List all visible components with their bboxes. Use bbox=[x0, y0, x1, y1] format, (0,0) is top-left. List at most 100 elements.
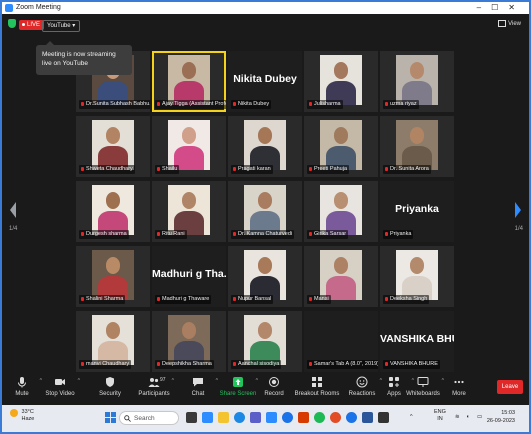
participant-name: Julisharma bbox=[314, 101, 341, 107]
whiteboards-button[interactable]: ^ Whiteboards bbox=[402, 376, 444, 397]
video-caret-icon[interactable]: ^ bbox=[78, 378, 80, 384]
muted-mic-icon bbox=[81, 101, 84, 106]
participant-tile[interactable]: uzma riyaz bbox=[380, 51, 454, 112]
person-head bbox=[409, 61, 425, 79]
breakout-rooms-icon bbox=[312, 377, 322, 387]
participant-tile[interactable]: Nikita Dubey Nikita Dubey bbox=[228, 51, 302, 112]
windows-start-icon[interactable] bbox=[105, 412, 116, 423]
participant-name: Deepshikha Sharma bbox=[162, 361, 212, 367]
participant-tile[interactable]: VANSHIKA BHU... VANSHIKA BHURE bbox=[380, 311, 454, 372]
stop-video-button[interactable]: ^ Stop Video bbox=[34, 376, 86, 397]
taskbar-search-input[interactable]: Search bbox=[119, 411, 179, 425]
teams-icon[interactable] bbox=[250, 412, 261, 423]
task-view-icon[interactable] bbox=[186, 412, 197, 423]
next-page-arrow[interactable] bbox=[513, 200, 523, 220]
grid-view-icon bbox=[498, 20, 507, 27]
page-indicator-left: 1/4 bbox=[9, 226, 18, 232]
participant-tile[interactable]: Dr. Kamna Chaturvedi bbox=[228, 181, 302, 242]
participant-tile[interactable]: Deepshikha Sharma bbox=[152, 311, 226, 372]
terminal-icon[interactable] bbox=[378, 412, 389, 423]
streaming-tooltip: Meeting is now streaming live on YouTube bbox=[36, 41, 132, 75]
participant-name-tag: manvi Chaudhary bbox=[79, 360, 132, 369]
participant-tile[interactable]: Shweta Chaudhary bbox=[76, 116, 150, 177]
file-explorer-icon[interactable] bbox=[218, 412, 229, 423]
participant-tile[interactable]: Madhuri g Tha... Madhuri g Thaware bbox=[152, 246, 226, 307]
participant-tile[interactable]: Shailu bbox=[152, 116, 226, 177]
person-head bbox=[409, 126, 425, 144]
zoom-app-icon-2[interactable] bbox=[266, 412, 277, 423]
participant-tile[interactable]: Mansi bbox=[304, 246, 378, 307]
zoom-taskbar-icon[interactable] bbox=[202, 412, 213, 423]
participant-tile[interactable]: Samar's Tab A (8.0", 2019) bbox=[304, 311, 378, 372]
chrome-icon[interactable] bbox=[282, 412, 293, 423]
participant-video bbox=[244, 314, 286, 365]
muted-mic-icon bbox=[233, 101, 236, 106]
language-indicator[interactable]: ENG IN bbox=[434, 409, 446, 423]
stream-target-menu[interactable]: YouTube ▾ bbox=[42, 20, 81, 32]
word-icon[interactable] bbox=[362, 412, 373, 423]
participant-video bbox=[320, 249, 362, 300]
more-dots-icon bbox=[454, 380, 464, 384]
encryption-shield-icon[interactable] bbox=[8, 19, 16, 28]
participant-tile[interactable]: Nupur Bansal bbox=[228, 246, 302, 307]
window-controls[interactable]: –☐✕ bbox=[477, 2, 525, 14]
participant-name: Dr.Sunita Subhash Babhu... bbox=[86, 101, 150, 107]
person-head bbox=[181, 321, 197, 339]
person-head bbox=[333, 61, 349, 79]
muted-mic-icon bbox=[385, 166, 388, 171]
firefox-icon[interactable] bbox=[330, 412, 341, 423]
participant-tile[interactable]: Ritu Rani bbox=[152, 181, 226, 242]
chrome-icon-2[interactable] bbox=[346, 412, 357, 423]
participant-tile[interactable]: Preeti Pahuja bbox=[304, 116, 378, 177]
participant-display-name: Nikita Dubey bbox=[233, 73, 297, 85]
participant-tile[interactable]: Durgesh sharma bbox=[76, 181, 150, 242]
participant-name-tag: Nikita Dubey bbox=[231, 100, 272, 109]
previous-page-arrow[interactable] bbox=[8, 200, 18, 220]
participant-tile[interactable]: Pragati karan bbox=[228, 116, 302, 177]
participant-name: Pragati karan bbox=[238, 166, 271, 172]
view-button[interactable]: View bbox=[498, 20, 521, 27]
participant-tile[interactable]: Girika Sarsar bbox=[304, 181, 378, 242]
powerpoint-icon[interactable] bbox=[298, 412, 309, 423]
muted-mic-icon bbox=[309, 166, 312, 171]
person-head bbox=[257, 191, 273, 209]
participant-tile[interactable]: manvi Chaudhary bbox=[76, 311, 150, 372]
participant-tile[interactable]: Ajay Tigga (Assistant Professi... bbox=[152, 51, 226, 112]
person-head bbox=[181, 61, 197, 79]
microphone-icon bbox=[18, 377, 26, 388]
muted-mic-icon bbox=[385, 101, 388, 106]
person-head bbox=[257, 126, 273, 144]
muted-mic-icon bbox=[233, 296, 236, 301]
live-badge[interactable]: LIVE bbox=[19, 20, 45, 30]
participant-name-tag: Priyanka bbox=[383, 230, 414, 239]
participant-name: manvi Chaudhary bbox=[86, 361, 130, 367]
participant-tile[interactable]: Shalini Sharma bbox=[76, 246, 150, 307]
spotify-icon[interactable] bbox=[314, 412, 325, 423]
muted-mic-icon bbox=[385, 361, 388, 366]
volume-icon[interactable]: ◖ bbox=[466, 414, 469, 421]
participant-video bbox=[244, 184, 286, 235]
chevron-right-icon bbox=[515, 202, 521, 218]
tray-chevron-icon[interactable]: ^ bbox=[410, 414, 413, 421]
participant-tile[interactable]: Aanchal sisodiya bbox=[228, 311, 302, 372]
participant-video bbox=[92, 249, 134, 300]
wifi-icon[interactable]: ≋ bbox=[455, 414, 460, 421]
participant-tile[interactable]: Dr. Sunita Arora bbox=[380, 116, 454, 177]
participant-tile[interactable]: Julisharma bbox=[304, 51, 378, 112]
leave-button[interactable]: Leave bbox=[497, 380, 523, 394]
participant-name-tag: Deepshikha Sharma bbox=[155, 360, 214, 369]
person-head bbox=[409, 256, 425, 274]
person-head bbox=[257, 321, 273, 339]
battery-icon[interactable]: ▭ bbox=[477, 414, 482, 421]
taskbar-clock[interactable]: 15:03 26-09-2023 bbox=[487, 409, 515, 425]
chat-bubble-icon bbox=[193, 378, 203, 387]
participant-name: Dr. Kamna Chaturvedi bbox=[238, 231, 293, 237]
person-head bbox=[105, 256, 121, 274]
weather-widget[interactable]: 33°C Haze bbox=[10, 409, 34, 423]
participant-video bbox=[92, 184, 134, 235]
participant-tile[interactable]: Deeksha Singh bbox=[380, 246, 454, 307]
participant-tile[interactable]: Priyanka Priyanka bbox=[380, 181, 454, 242]
more-button[interactable]: More bbox=[442, 376, 476, 397]
participant-name: uzma riyaz bbox=[390, 101, 417, 107]
edge-browser-icon[interactable] bbox=[234, 412, 245, 423]
